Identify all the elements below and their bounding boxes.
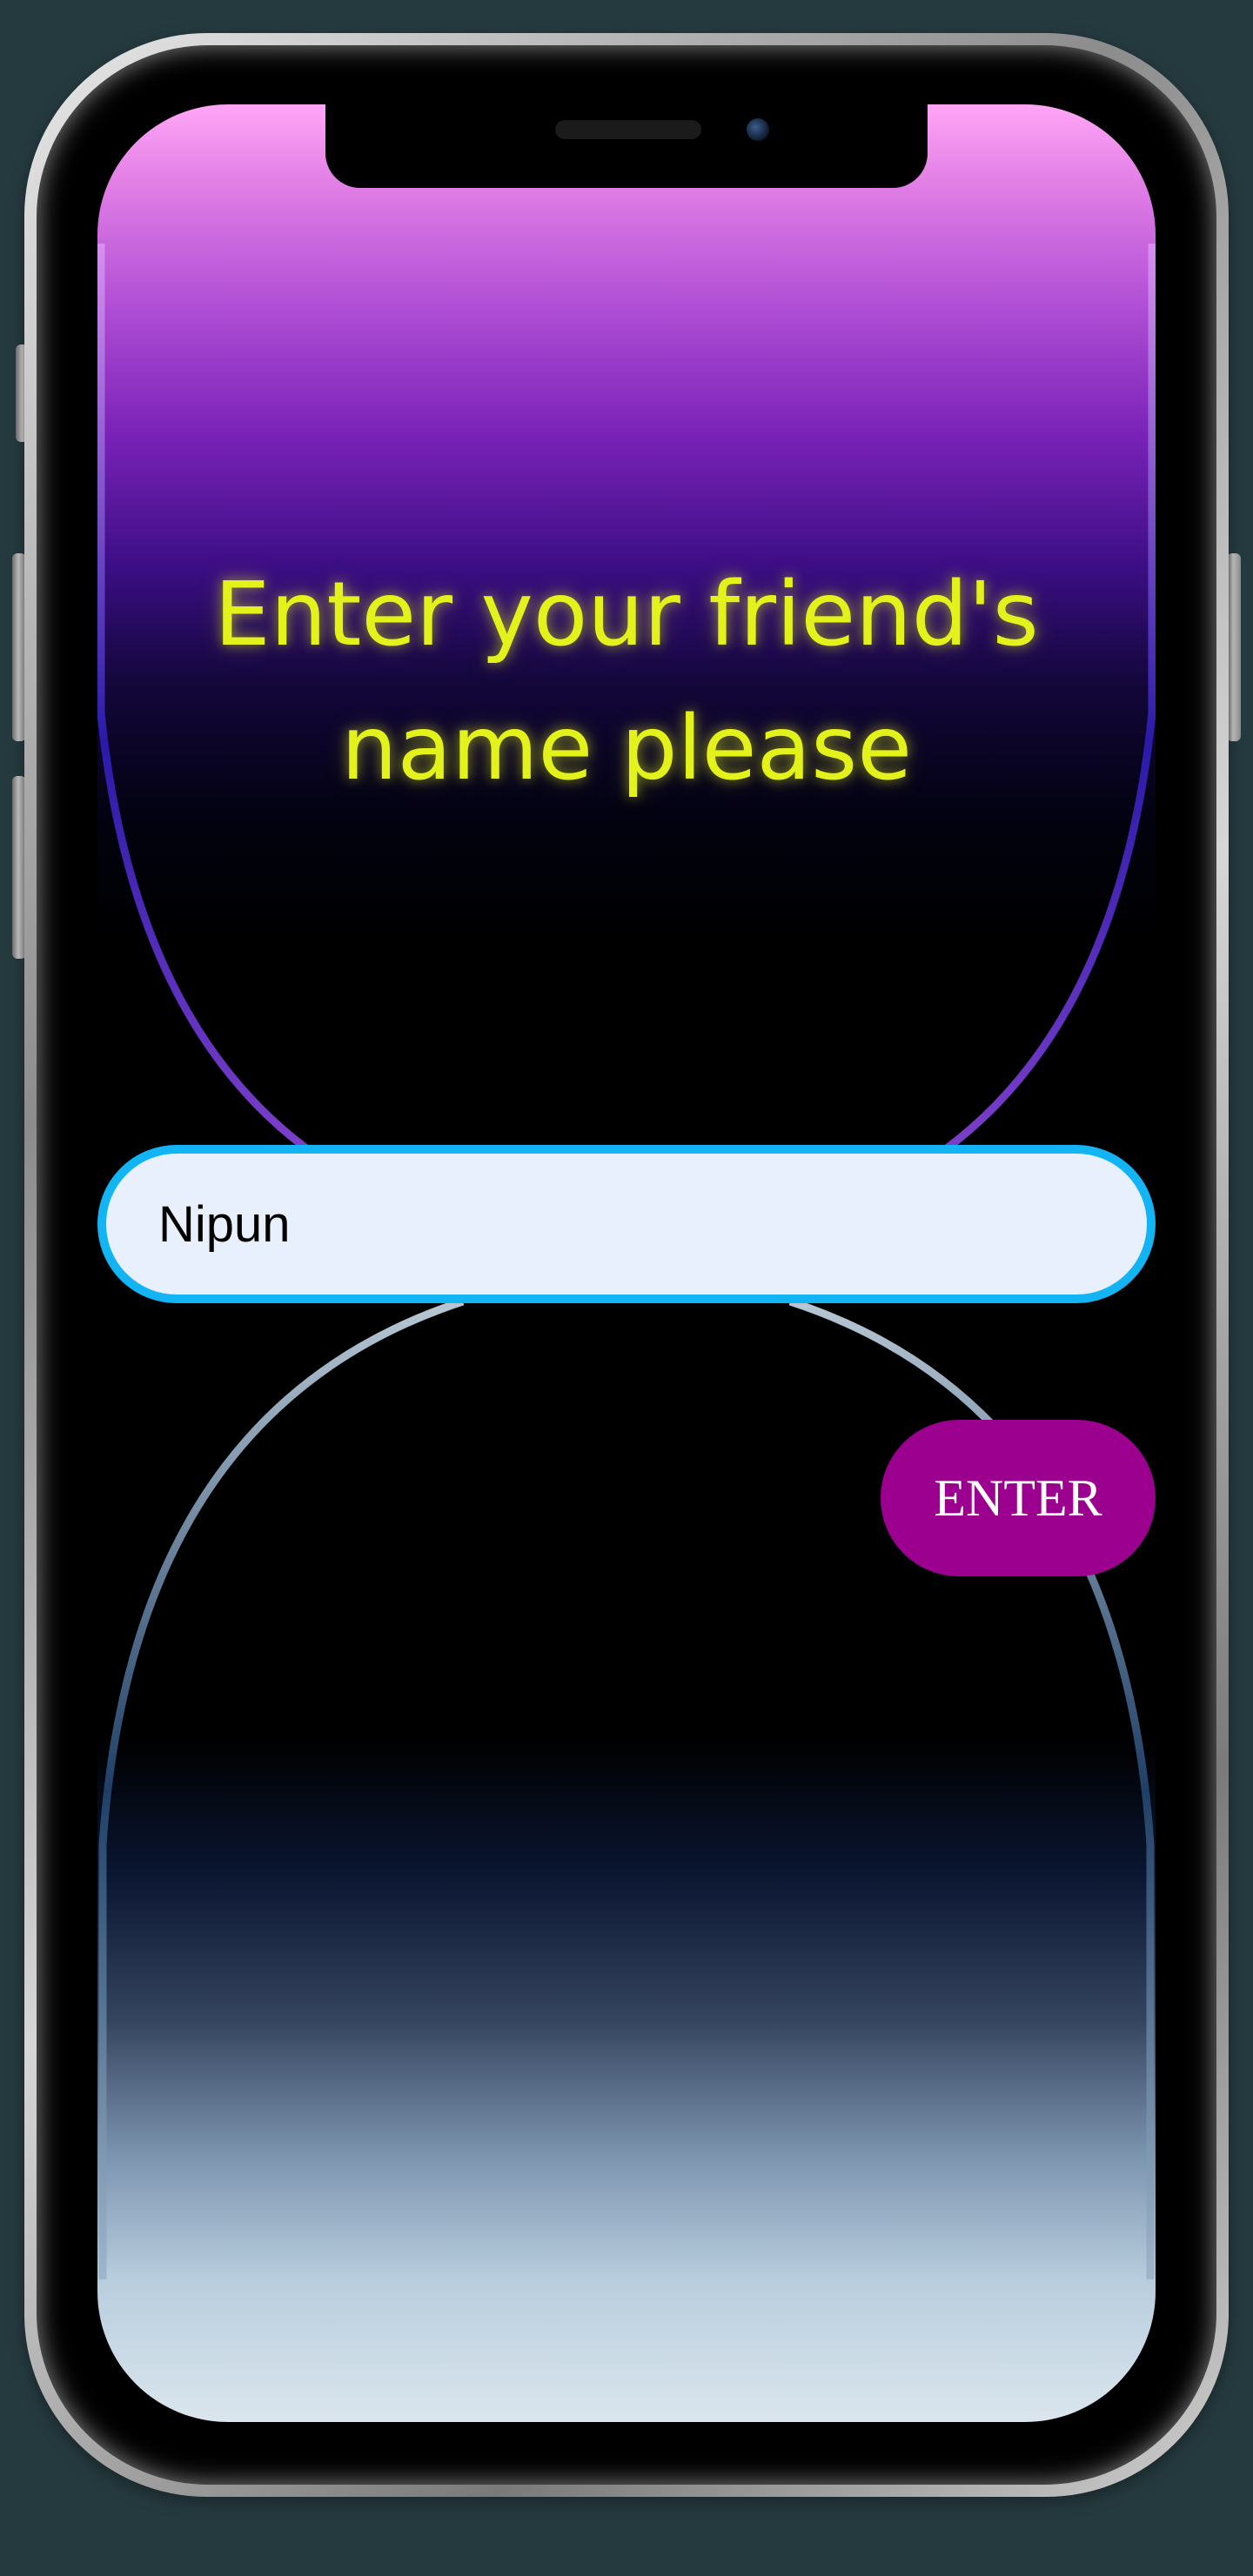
notch <box>325 104 928 188</box>
earpiece-speaker-icon <box>555 120 701 139</box>
lower-arc <box>98 1297 465 2279</box>
enter-button[interactable]: ENTER <box>881 1420 1156 1576</box>
friend-name-input[interactable] <box>97 1145 1156 1303</box>
page-title: Enter your friend's name please <box>0 548 1253 816</box>
title-line-1: Enter your friend's <box>214 563 1039 666</box>
front-camera-icon <box>747 118 769 141</box>
title-line-2: name please <box>341 697 912 800</box>
page-background: Enter your friend's name please ENTER <box>0 0 1253 2576</box>
